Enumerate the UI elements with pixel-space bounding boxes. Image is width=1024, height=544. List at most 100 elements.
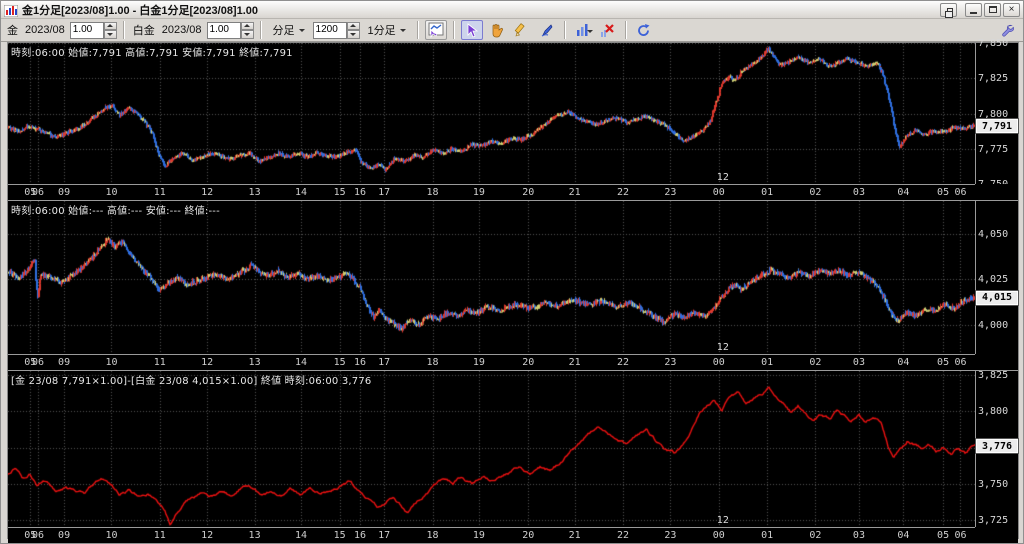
time-tick-label: 21	[568, 530, 581, 541]
date-marker-label: 12	[716, 342, 729, 353]
minimize-button[interactable]	[965, 2, 982, 17]
platinum-plot: 時刻:06:00 始値:--- 高値:--- 安値:--- 終値:--- 12	[8, 201, 975, 354]
price-tick-label: 3,750	[978, 478, 1009, 490]
spin-down-icon	[103, 30, 117, 39]
time-tick-label: 06	[954, 187, 967, 198]
toolbar-separator	[416, 21, 419, 39]
chart-pointer-icon	[428, 22, 444, 38]
pen-tool-button[interactable]	[536, 20, 558, 40]
time-tick-label: 03	[852, 530, 865, 541]
gold-plot: 時刻:06:00 始値:7,791 高値:7,791 安値:7,791 終値:7…	[8, 43, 975, 184]
time-tick-label: 17	[378, 357, 391, 368]
quote-info-line: 時刻:06:00 始値:7,791 高値:7,791 安値:7,791 終値:7…	[11, 48, 293, 59]
platinum-multiplier-stepper[interactable]: 1.00	[206, 21, 254, 39]
toolbar: 金 2023/08 1.00 白金 2023/08 1.00 分足 1200 1…	[1, 19, 1023, 42]
time-tick-label: 18	[426, 357, 439, 368]
settings-button[interactable]	[997, 21, 1017, 39]
bar-count-stepper[interactable]: 1200	[312, 21, 360, 39]
time-tick-label: 22	[616, 357, 630, 368]
time-tick-label: 06	[954, 530, 967, 541]
date-marker-label: 12	[716, 515, 729, 526]
time-tick-label: 14	[294, 357, 308, 368]
time-tick-label: 15	[333, 357, 346, 368]
last-price-badge: 3,776	[975, 438, 1019, 455]
interval-dropdown[interactable]: 1分足	[363, 21, 411, 40]
window-title: 金1分足[2023/08]1.00 - 白金1分足[2023/08]1.00	[22, 4, 259, 17]
toolbar-separator	[452, 21, 455, 39]
time-tick-label: 06	[31, 357, 44, 368]
refresh-button[interactable]	[633, 20, 655, 40]
spread-plot: [金 23/08 7,791×1.00]-[白金 23/08 4,015×1.0…	[8, 371, 975, 527]
select-cursor-tool-button[interactable]	[460, 20, 483, 40]
time-tick-label: 01	[761, 357, 774, 368]
time-tick-label: 19	[472, 530, 485, 541]
time-tick-label: 22	[616, 187, 630, 198]
time-tick-label: 05	[937, 530, 950, 541]
time-tick-label: 20	[522, 187, 535, 198]
time-tick-label: 02	[809, 357, 822, 368]
cursor-arrow-icon	[467, 22, 478, 38]
price-tick-label: 7,850	[978, 38, 1009, 49]
time-tick-label: 20	[522, 530, 535, 541]
chevron-down-icon	[399, 28, 406, 32]
time-tick-label: 12	[201, 530, 214, 541]
date-marker-label: 12	[716, 172, 729, 183]
titlebar: 金1分足[2023/08]1.00 - 白金1分足[2023/08]1.00 ×	[1, 1, 1023, 19]
gold-time-axis: 05 06 09 10 11 12 13 14 15 16 17 18 19 20 21 22 23 00 01 02…	[8, 184, 975, 200]
time-tick-label: 06	[31, 530, 44, 541]
delete-drawing-button[interactable]	[597, 20, 619, 40]
chevron-down-icon	[586, 30, 593, 33]
float-window-button[interactable]	[940, 2, 957, 18]
time-tick-label: 11	[153, 357, 166, 368]
time-tick-label: 13	[248, 187, 261, 198]
bar-type-dropdown[interactable]: 分足	[268, 21, 310, 40]
time-tick-label: 17	[378, 530, 391, 541]
gold-multiplier-stepper[interactable]: 1.00	[69, 21, 117, 39]
price-tick-label: 3,725	[978, 514, 1009, 526]
chart-type-dropdown-button[interactable]	[572, 20, 594, 40]
gold-chart-panel: 時刻:06:00 始値:7,791 高値:7,791 安値:7,791 終値:7…	[8, 38, 1019, 200]
price-tick-label: 7,825	[978, 73, 1009, 85]
time-tick-label: 14	[294, 530, 308, 541]
toolbar-separator	[122, 21, 125, 39]
time-tick-label: 00	[712, 357, 725, 368]
close-button[interactable]: ×	[1003, 2, 1020, 17]
time-tick-label: 05	[937, 187, 950, 198]
pencil-icon	[514, 22, 525, 36]
quote-info-line: 時刻:06:00 始値:--- 高値:--- 安値:--- 終値:---	[11, 206, 220, 217]
time-tick-label: 01	[761, 530, 774, 541]
time-tick-label: 21	[568, 357, 581, 368]
time-tick-label: 19	[472, 357, 485, 368]
gold-candle-chart[interactable]	[8, 43, 975, 184]
time-tick-label: 11	[153, 187, 166, 198]
price-tick-label: 3,800	[978, 406, 1009, 418]
spread-info-line: [金 23/08 7,791×1.00]-[白金 23/08 4,015×1.0…	[11, 376, 372, 387]
price-tick-label: 7,800	[978, 108, 1009, 120]
time-tick-label: 16	[353, 357, 367, 368]
spread-chart-panel: [金 23/08 7,791×1.00]-[白金 23/08 4,015×1.0…	[8, 370, 1019, 543]
app-icon	[3, 4, 19, 17]
time-tick-label: 18	[426, 530, 439, 541]
time-tick-label: 10	[105, 357, 118, 368]
price-tick-label: 4,025	[978, 274, 1009, 286]
platinum-candle-chart[interactable]	[8, 201, 975, 354]
spread-line-chart[interactable]	[8, 371, 975, 527]
time-tick-label: 00	[712, 530, 725, 541]
spin-up-icon	[103, 21, 117, 30]
time-tick-label: 15	[333, 530, 346, 541]
chart-pointer-tool-button[interactable]	[424, 20, 447, 40]
time-tick-label: 02	[809, 530, 822, 541]
time-tick-label: 23	[664, 530, 677, 541]
spin-up-icon	[240, 21, 254, 30]
time-tick-label: 04	[897, 530, 910, 541]
time-tick-label: 06	[31, 187, 44, 198]
time-tick-label: 14	[294, 187, 308, 198]
spread-price-axis: 3,725 3,750 3,800 3,825 3,776	[975, 370, 1019, 527]
platinum-month-value: 2023/08	[161, 24, 202, 36]
pencil-tool-button[interactable]	[511, 20, 533, 40]
time-tick-label: 09	[58, 530, 71, 541]
time-tick-label: 06	[954, 357, 967, 368]
pan-hand-tool-button[interactable]	[486, 20, 508, 40]
maximize-button[interactable]	[984, 2, 1001, 17]
price-tick-label: 7,775	[978, 143, 1009, 155]
